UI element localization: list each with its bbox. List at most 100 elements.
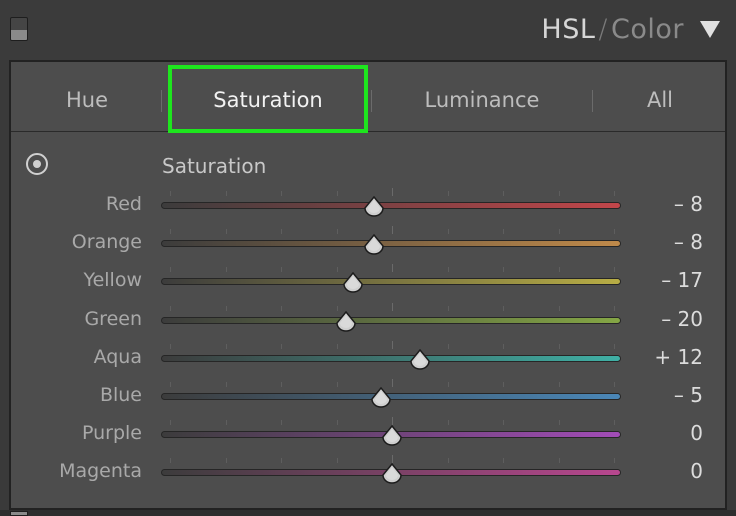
slider-thumb-red[interactable] bbox=[363, 196, 385, 218]
next-panel-edge bbox=[0, 510, 736, 516]
slider-label: Purple bbox=[81, 422, 142, 445]
hsl-panel: Hue Saturation Luminance All Saturation … bbox=[9, 60, 727, 510]
slider-tick bbox=[503, 191, 504, 196]
panel-title[interactable]: HSL / Color bbox=[541, 14, 684, 45]
slider-tick bbox=[225, 458, 227, 464]
slider-tick bbox=[614, 420, 615, 426]
slider-tick bbox=[170, 229, 171, 235]
slider-row-blue: Blue – 5 bbox=[11, 379, 725, 410]
slider-tick bbox=[558, 343, 560, 349]
slider-tick bbox=[503, 382, 504, 387]
slider-tick bbox=[225, 343, 227, 349]
tab-luminance[interactable]: Luminance bbox=[373, 62, 591, 132]
tab-saturation[interactable]: Saturation bbox=[169, 62, 367, 132]
slider-thumb-purple[interactable] bbox=[381, 425, 403, 447]
slider-tick bbox=[281, 420, 282, 426]
triangle-down-icon[interactable] bbox=[700, 21, 720, 38]
slider-track-red[interactable] bbox=[161, 188, 621, 217]
slider-track-orange[interactable] bbox=[161, 226, 621, 255]
slider-value[interactable]: – 8 bbox=[674, 230, 703, 254]
slider-track-yellow[interactable] bbox=[161, 264, 621, 294]
slider-tick bbox=[336, 343, 338, 349]
slider-tick bbox=[614, 305, 615, 311]
slider-value[interactable]: – 17 bbox=[661, 268, 703, 292]
slider-value[interactable]: 0 bbox=[690, 421, 703, 445]
slider-tick bbox=[336, 382, 338, 387]
title-separator: / bbox=[598, 14, 608, 45]
slider-tick bbox=[392, 264, 393, 273]
slider-tick bbox=[225, 191, 227, 196]
slider-thumb-blue[interactable] bbox=[370, 387, 392, 409]
slider-label: Red bbox=[105, 193, 142, 215]
slider-tick bbox=[558, 458, 560, 464]
tab-hue[interactable]: Hue bbox=[11, 62, 163, 132]
panel-switch-icon[interactable] bbox=[10, 17, 28, 41]
slider-tick bbox=[558, 382, 560, 387]
slider-tick bbox=[392, 340, 393, 349]
slider-tick bbox=[447, 305, 449, 311]
slider-tick bbox=[281, 229, 282, 235]
slider-tick bbox=[503, 305, 504, 311]
slider-thumb-orange[interactable] bbox=[363, 234, 385, 256]
slider-row-purple: Purple 0 bbox=[11, 417, 725, 448]
slider-tick bbox=[281, 382, 282, 387]
slider-track-green[interactable] bbox=[161, 302, 621, 332]
slider-tick bbox=[447, 382, 449, 387]
slider-tick bbox=[392, 188, 393, 196]
target-adjustment-icon[interactable] bbox=[26, 153, 48, 175]
slider-track-purple[interactable] bbox=[161, 417, 621, 446]
slider-tick bbox=[447, 191, 449, 196]
slider-tick bbox=[225, 305, 227, 311]
slider-tick bbox=[225, 267, 227, 273]
slider-tick bbox=[281, 458, 282, 464]
slider-tick bbox=[336, 191, 338, 196]
slider-tick bbox=[170, 420, 171, 426]
slider-tick bbox=[336, 229, 338, 235]
slider-tick bbox=[447, 458, 449, 464]
slider-tick bbox=[503, 420, 504, 426]
slider-tick bbox=[170, 305, 171, 311]
slider-thumb-magenta[interactable] bbox=[381, 463, 403, 485]
slider-value[interactable]: – 5 bbox=[674, 383, 703, 407]
slider-row-green: Green – 20 bbox=[11, 302, 725, 334]
slider-tick bbox=[558, 267, 560, 273]
slider-tick bbox=[614, 229, 615, 235]
panel-header[interactable]: HSL / Color bbox=[0, 0, 736, 60]
slider-tick bbox=[447, 343, 449, 349]
slider-row-magenta: Magenta 0 bbox=[11, 455, 725, 486]
slider-tick bbox=[558, 420, 560, 426]
slider-thumb-yellow[interactable] bbox=[342, 272, 364, 294]
slider-tick bbox=[170, 267, 171, 273]
slider-tick bbox=[170, 458, 171, 464]
slider-value[interactable]: – 8 bbox=[674, 192, 703, 216]
slider-tick bbox=[392, 302, 393, 311]
slider-label: Green bbox=[84, 307, 142, 330]
slider-track-blue[interactable] bbox=[161, 379, 621, 408]
slider-value[interactable]: – 20 bbox=[661, 307, 703, 331]
tab-bar: Hue Saturation Luminance All bbox=[11, 62, 725, 133]
slider-tick bbox=[558, 305, 560, 311]
slider-tick bbox=[558, 191, 560, 196]
slider-thumb-aqua[interactable] bbox=[409, 348, 431, 371]
slider-row-yellow: Yellow – 17 bbox=[11, 264, 725, 295]
slider-tick bbox=[170, 343, 171, 349]
slider-tick bbox=[336, 267, 338, 273]
title-color[interactable]: Color bbox=[611, 14, 684, 45]
slider-tick bbox=[392, 417, 393, 426]
tab-all[interactable]: All bbox=[595, 62, 725, 132]
slider-label: Magenta bbox=[59, 460, 142, 483]
slider-tick bbox=[281, 305, 282, 311]
slider-value[interactable]: + 12 bbox=[654, 345, 703, 369]
panel-switch-icon[interactable] bbox=[10, 511, 28, 516]
section-label: Saturation bbox=[162, 154, 267, 178]
slider-tick bbox=[225, 420, 227, 426]
slider-track-aqua[interactable] bbox=[161, 340, 621, 370]
slider-thumb-green[interactable] bbox=[335, 310, 357, 333]
slider-value[interactable]: 0 bbox=[690, 459, 703, 483]
slider-label: Orange bbox=[71, 231, 142, 254]
slider-tick bbox=[503, 229, 504, 235]
slider-tick bbox=[392, 226, 393, 235]
slider-tick bbox=[614, 267, 615, 273]
slider-track-magenta[interactable] bbox=[161, 455, 621, 485]
title-hsl[interactable]: HSL bbox=[541, 14, 595, 45]
